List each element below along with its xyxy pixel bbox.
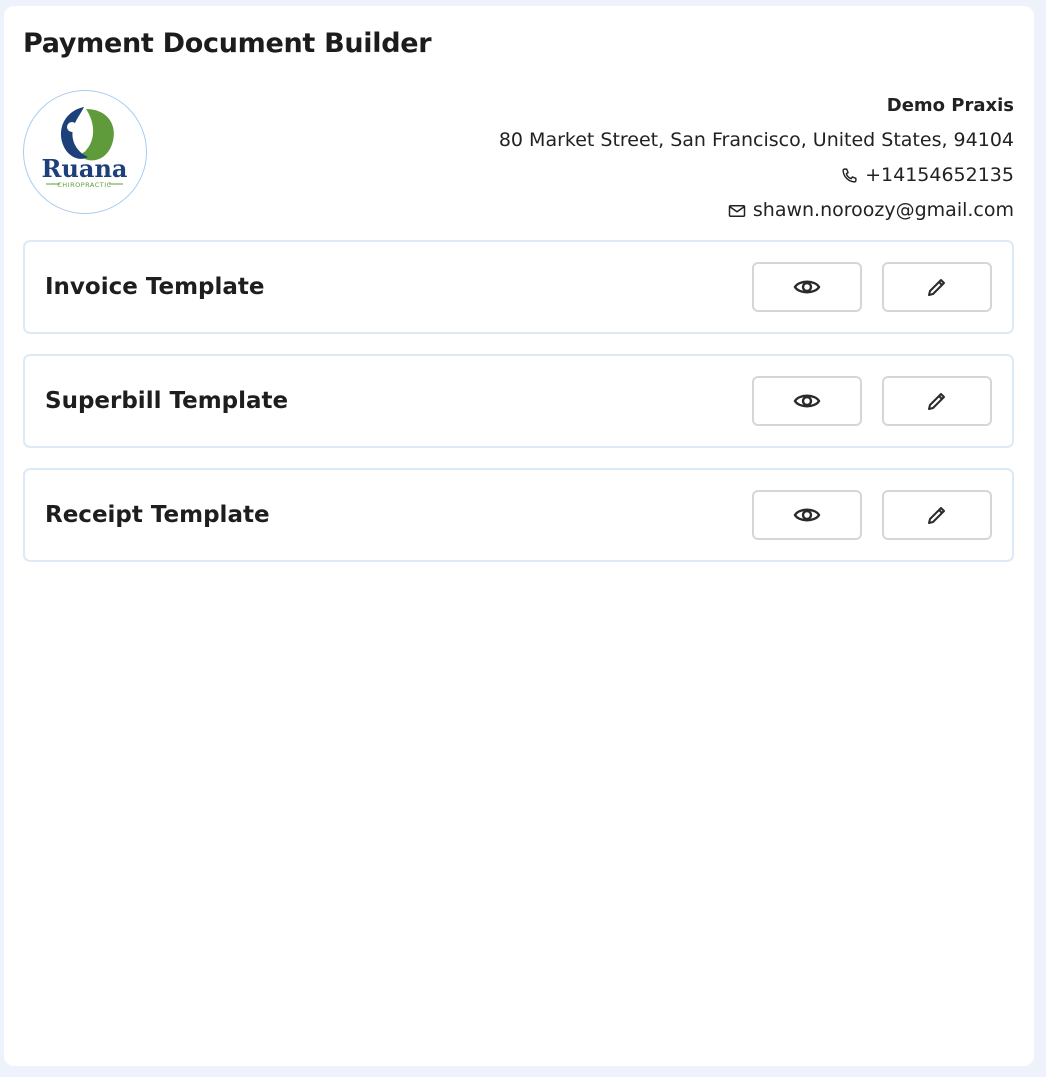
eye-icon — [793, 391, 821, 411]
pencil-icon — [925, 503, 949, 527]
clinic-name: Demo Praxis — [886, 95, 1014, 116]
edit-invoice-template-button[interactable] — [882, 262, 992, 312]
logo-brand-sub: CHIROPRACTIC — [57, 181, 111, 189]
logo-brand-name: Ruana — [42, 154, 128, 183]
eye-icon — [793, 277, 821, 297]
clinic-logo: Ruana CHIROPRACTIC — [23, 90, 147, 214]
clinic-phone: +14154652135 — [865, 164, 1014, 186]
view-superbill-template-button[interactable] — [752, 376, 862, 426]
phone-icon — [841, 167, 858, 184]
view-invoice-template-button[interactable] — [752, 262, 862, 312]
clinic-email: shawn.noroozy@gmail.com — [752, 199, 1014, 221]
template-card-invoice: Invoice Template — [23, 240, 1014, 334]
payment-document-builder-panel: Payment Document Builder Ruana CHIROPRAC… — [4, 6, 1034, 1066]
clinic-email-line: shawn.noroozy@gmail.com — [499, 193, 1014, 228]
template-title: Receipt Template — [45, 502, 270, 528]
template-title: Invoice Template — [45, 274, 265, 300]
clinic-phone-line: +14154652135 — [499, 158, 1014, 193]
pencil-icon — [925, 389, 949, 413]
page-title: Payment Document Builder — [23, 28, 432, 59]
clinic-address-line: 80 Market Street, San Francisco, United … — [499, 123, 1014, 158]
edit-superbill-template-button[interactable] — [882, 376, 992, 426]
clinic-info: Demo Praxis 80 Market Street, San Franci… — [499, 88, 1014, 228]
template-list: Invoice Template Superbill Template Rece… — [23, 240, 1014, 582]
clinic-address: 80 Market Street, San Francisco, United … — [498, 129, 1014, 151]
template-title: Superbill Template — [45, 388, 289, 414]
pencil-icon — [925, 275, 949, 299]
edit-receipt-template-button[interactable] — [882, 490, 992, 540]
mail-icon — [728, 203, 746, 219]
template-card-receipt: Receipt Template — [23, 468, 1014, 562]
eye-icon — [793, 505, 821, 525]
template-card-superbill: Superbill Template — [23, 354, 1014, 448]
ruana-chiropractic-logo-icon: Ruana CHIROPRACTIC — [42, 107, 128, 189]
view-receipt-template-button[interactable] — [752, 490, 862, 540]
